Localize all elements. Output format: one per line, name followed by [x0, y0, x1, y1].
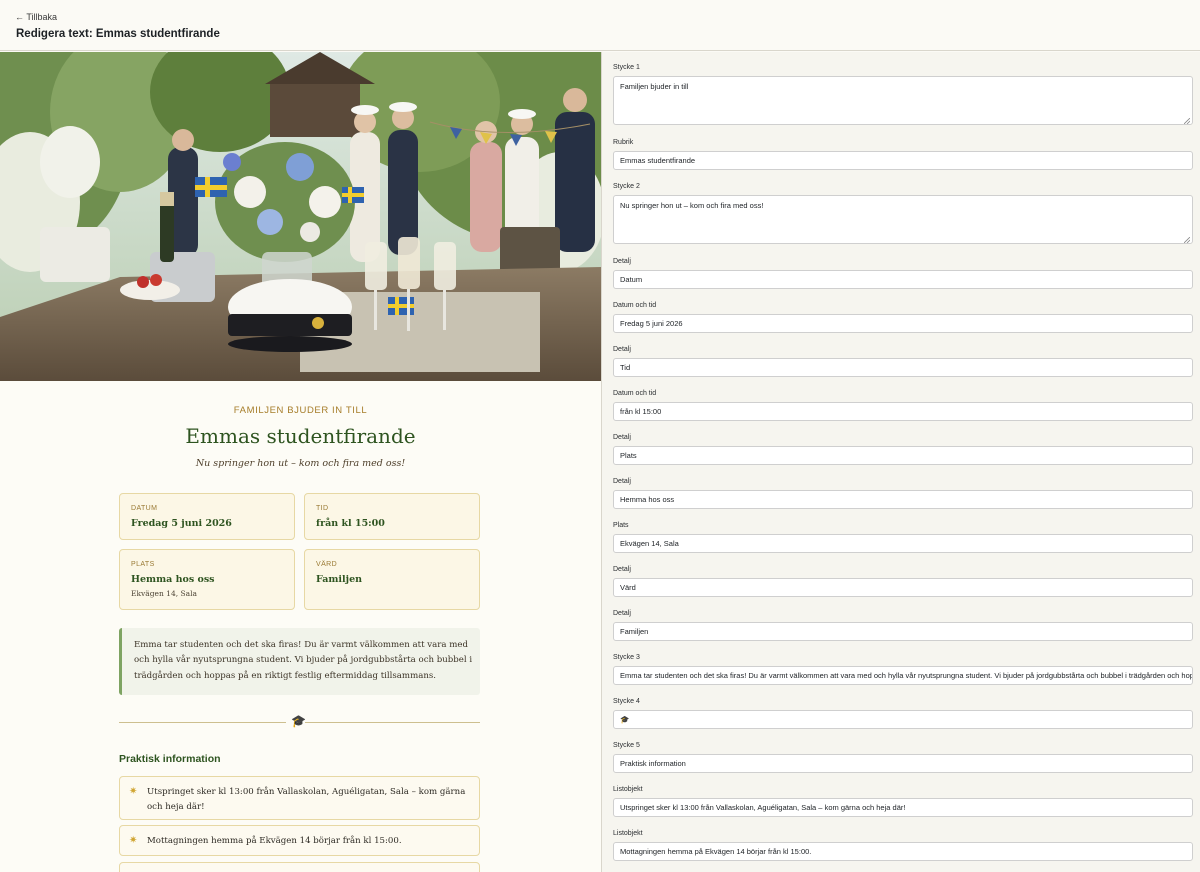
field-label: Rubrik [613, 139, 634, 146]
resize-handle-icon[interactable] [1184, 118, 1190, 124]
detail-card-host: VÄRD Familjen [304, 549, 480, 610]
field-label: Stycke 1 [613, 64, 640, 71]
field-label: Stycke 3 [613, 654, 640, 661]
star-icon: ✷ [129, 835, 138, 846]
datum-input[interactable]: Fredag 5 juni 2026 [613, 314, 1193, 333]
hero-photo [0, 52, 601, 381]
detail-card-place: PLATS Hemma hos oss Ekvägen 14, Sala [119, 549, 295, 610]
detail-label: VÄRD [316, 561, 338, 568]
field-label: Datum och tid [613, 390, 657, 397]
detail-extra: Ekvägen 14, Sala [131, 589, 197, 598]
divider-line [305, 722, 480, 723]
tid-input[interactable]: från kl 15:00 [613, 402, 1193, 421]
field-label: Detalj [613, 566, 631, 573]
field-label: Listobjekt [613, 786, 643, 793]
graduation-cap-icon: 🎓 [291, 714, 306, 728]
text-editor-panel: Stycke 1 Familjen bjuder in till Rubrik … [602, 52, 1200, 872]
plats-input[interactable]: Ekvägen 14, Sala [613, 534, 1193, 553]
invite-subtitle: Nu springer hon ut – kom och fira med os… [195, 458, 406, 469]
star-icon: ✷ [129, 786, 138, 797]
page-title: Redigera text: Emmas studentfirande [16, 28, 220, 40]
detalj-vard-input[interactable]: Värd [613, 578, 1193, 597]
invitation-preview: FAMILJEN BJUDER IN TILL Emmas studentfir… [0, 52, 601, 872]
back-link[interactable]: ← Tillbaka [15, 12, 57, 22]
intro-paragraph: Emma tar studenten och det ska firas! Du… [134, 640, 473, 681]
invite-eyebrow: FAMILJEN BJUDER IN TILL [233, 405, 368, 416]
field-label: Detalj [613, 434, 631, 441]
field-label: Detalj [613, 478, 631, 485]
field-label: Stycke 5 [613, 742, 640, 749]
detail-value: Fredag 5 juni 2026 [131, 518, 232, 529]
list-item: ✷ Mottagningen hemma på Ekvägen 14 börja… [119, 825, 480, 856]
field-label: Datum och tid [613, 302, 657, 309]
rubrik-input[interactable]: Emmas studentfirande [613, 151, 1193, 170]
section-divider: 🎓 [119, 713, 480, 729]
detail-label: PLATS [131, 561, 155, 568]
stycke-4-input[interactable]: 🎓 [613, 710, 1193, 729]
detalj-tid-input[interactable]: Tid [613, 358, 1193, 377]
listobjekt-2-input[interactable]: Mottagningen hemma på Ekvägen 14 börjar … [613, 842, 1193, 861]
field-label: Stycke 2 [613, 183, 640, 190]
field-label: Detalj [613, 346, 631, 353]
stycke-2-textarea[interactable]: Nu springer hon ut – kom och fira med os… [613, 195, 1193, 244]
field-label: Plats [613, 522, 629, 529]
detail-label: DATUM [131, 505, 158, 512]
list-item-text: Utspringet sker kl 13:00 från Vallaskola… [147, 787, 466, 812]
intro-paragraph-box: Emma tar studenten och det ska firas! Du… [119, 628, 480, 695]
detail-card-date: DATUM Fredag 5 juni 2026 [119, 493, 295, 540]
stycke-3-input[interactable]: Emma tar studenten och det ska firas! Du… [613, 666, 1193, 685]
field-label: Listobjekt [613, 830, 643, 837]
stycke-1-textarea[interactable]: Familjen bjuder in till [613, 76, 1193, 125]
detalj-datum-input[interactable]: Datum [613, 270, 1193, 289]
garden-party-photo [0, 52, 601, 381]
list-item [119, 862, 480, 872]
listobjekt-1-input[interactable]: Utspringet sker kl 13:00 från Vallaskola… [613, 798, 1193, 817]
detail-value: Familjen [316, 574, 363, 585]
detalj-familjen-input[interactable]: Familjen [613, 622, 1193, 641]
divider-line [119, 722, 286, 723]
detalj-plats-input[interactable]: Plats [613, 446, 1193, 465]
field-label: Detalj [613, 258, 631, 265]
resize-handle-icon[interactable] [1184, 237, 1190, 243]
practical-info-heading: Praktisk information [119, 753, 221, 765]
detail-value: Hemma hos oss [131, 574, 215, 585]
detalj-hemma-input[interactable]: Hemma hos oss [613, 490, 1193, 509]
field-label: Stycke 4 [613, 698, 640, 705]
detail-label: TID [316, 505, 329, 512]
field-label: Detalj [613, 610, 631, 617]
list-item-text: Mottagningen hemma på Ekvägen 14 börjar … [147, 836, 402, 846]
detail-value: från kl 15:00 [316, 518, 385, 529]
list-item: ✷ Utspringet sker kl 13:00 från Vallasko… [119, 776, 480, 820]
stycke-5-input[interactable]: Praktisk information [613, 754, 1193, 773]
top-bar: ← Tillbaka Redigera text: Emmas studentf… [0, 0, 1200, 51]
detail-card-time: TID från kl 15:00 [304, 493, 480, 540]
invite-title: Emmas studentfirande [185, 424, 416, 448]
